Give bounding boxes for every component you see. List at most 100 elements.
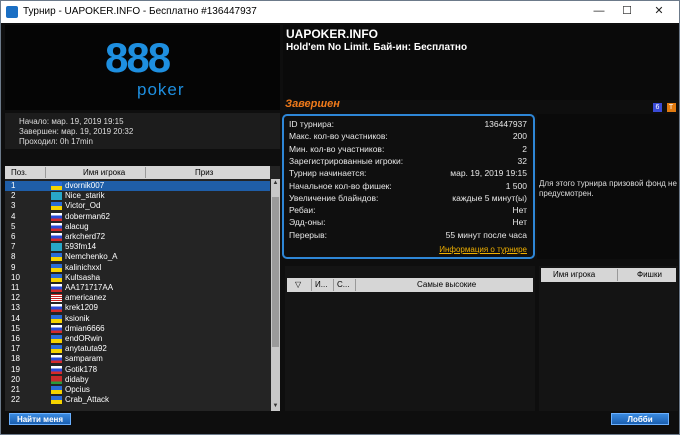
player-row[interactable]: 16 endORwin [5,334,270,344]
player-row[interactable]: 22 Crab_Attack [5,395,270,405]
site-name: UAPOKER.INFO [286,27,379,41]
flag-ru-icon [51,233,62,241]
logo-888: 888 [105,34,171,81]
player-name: samparam [65,354,103,364]
info-label: Ребаи: [289,205,316,216]
player-position: 9 [11,262,16,272]
col-table-player[interactable]: Имя игрока [553,270,595,279]
player-row[interactable]: 3 Victor_Od [5,201,270,211]
sort-icon[interactable]: ▽ [295,280,301,289]
flag-us-icon [51,294,62,303]
players-list: Поз. Имя игрока Приз 1 dvornik007 2 Nice_st… [5,166,280,411]
player-row[interactable]: 9 kalinichxxl [5,263,270,273]
info-row: Ребаи: Нет [289,205,527,217]
find-me-button[interactable]: Найти меня [9,413,71,425]
flag-by-icon [51,375,62,384]
player-row[interactable]: 11 AA171717AA [5,283,270,293]
player-row[interactable]: 19 Gotik178 [5,365,270,375]
info-label: Эдд-оны: [289,217,326,228]
start-date: Начало: мар. 19, 2019 19:15 [19,117,124,126]
player-row[interactable]: 7 593fm14 [5,242,270,252]
player-position: 19 [11,364,20,374]
player-row[interactable]: 15 dmian6666 [5,324,270,334]
player-name: americanez [65,293,107,303]
table-players-panel: Имя игрока Фишки [539,266,678,411]
player-row[interactable]: 20 didaby [5,375,270,385]
info-row: ID турнира: 136447937 [289,119,527,131]
player-position: 3 [11,201,16,211]
player-row[interactable]: 1 dvornik007 [5,181,270,192]
player-row[interactable]: 18 samparam [5,354,270,364]
player-position: 4 [11,211,16,221]
scroll-down-icon[interactable]: ▼ [271,402,280,411]
player-position: 5 [11,221,16,231]
players-header: Поз. Имя игрока Приз [5,166,270,179]
info-row: Зарегистрированные игроки: 32 [289,156,527,168]
player-position: 6 [11,232,16,241]
info-row: Начальное кол-во фишек: 1 500 [289,181,527,193]
blinds-panel: ▽ И... С... Самые высокие [285,266,535,411]
player-row[interactable]: 2 Nice_starik [5,191,270,201]
player-name: krek1209 [65,303,98,313]
info-label: Зарегистрированные игроки: [289,155,404,166]
player-name: 593fm14 [65,242,97,252]
player-name: Victor_Od [65,201,101,211]
info-label: Мин. кол-во участников: [289,143,385,154]
player-position: 16 [11,334,20,343]
info-value: каждые 5 минут(ы) [452,192,527,203]
table-players-header: Имя игрока Фишки [541,268,676,282]
players-scrollbar[interactable]: ▲ ▼ [271,179,280,411]
tournament-header: UAPOKER.INFO Hold'em No Limit. Бай-ин: Б… [283,25,678,100]
player-row[interactable]: 21 Opcius [5,385,270,395]
flag-ru-icon [51,284,62,292]
brand-logo: 888 poker [5,25,280,110]
scroll-thumb[interactable] [272,197,279,347]
prize-panel: Для этого турнира призовой фонд не преду… [537,114,678,259]
player-name: doberman62 [65,211,110,221]
status-icons: 6 T [651,101,676,112]
player-row[interactable]: 12 americanez [5,293,270,303]
col-highest[interactable]: Самые высокие [417,280,476,289]
info-value: Нет [512,217,527,228]
info-label: Увеличение блайндов: [289,192,379,203]
flag-ru-icon [51,324,62,333]
close-button[interactable]: ✕ [639,1,679,21]
col-i[interactable]: И... [315,280,327,289]
end-date: Завершен: мар. 19, 2019 20:32 [19,127,134,136]
player-name: dvornik007 [65,181,105,190]
player-name: endORwin [65,334,103,343]
info-label: Начальное кол-во фишек: [289,180,392,191]
flag-ru-icon [51,222,62,231]
player-row[interactable]: 13 krek1209 [5,303,270,313]
player-row[interactable]: 4 doberman62 [5,212,270,222]
flag-ua-icon [51,273,62,282]
player-row[interactable]: 17 anytatuta92 [5,344,270,354]
player-name: arkcherd72 [65,232,106,241]
player-row[interactable]: 8 Nemchenko_A [5,252,270,262]
scroll-up-icon[interactable]: ▲ [271,179,280,188]
info-label: Макс. кол-во участников: [289,131,388,142]
player-position: 15 [11,323,20,333]
logo-poker: poker [137,80,185,99]
player-name: Nice_starik [65,191,105,201]
lobby-button[interactable]: Лобби [611,413,669,425]
maximize-button[interactable]: ☐ [613,1,641,21]
player-row[interactable]: 6 arkcherd72 [5,232,270,242]
minimize-button[interactable]: — [585,1,613,21]
player-row[interactable]: 14 ksionik [5,314,270,324]
player-position: 2 [11,191,16,201]
col-position[interactable]: Поз. [11,168,27,177]
tournament-info-link[interactable]: Информация о турнире [439,245,527,254]
col-chips[interactable]: Фишки [637,270,662,279]
col-s[interactable]: С... [337,280,349,289]
player-row[interactable]: 10 Kultsasha [5,273,270,283]
info-row: Эдд-оны: Нет [289,217,527,229]
player-position: 12 [11,293,20,303]
player-row[interactable]: 5 alacug [5,222,270,232]
player-position: 22 [11,395,20,405]
player-name: dmian6666 [65,323,105,333]
info-value: 1 500 [505,180,527,191]
col-player-name[interactable]: Имя игрока [83,168,125,177]
flag-ua-icon [51,345,62,354]
col-prize[interactable]: Приз [195,168,213,177]
